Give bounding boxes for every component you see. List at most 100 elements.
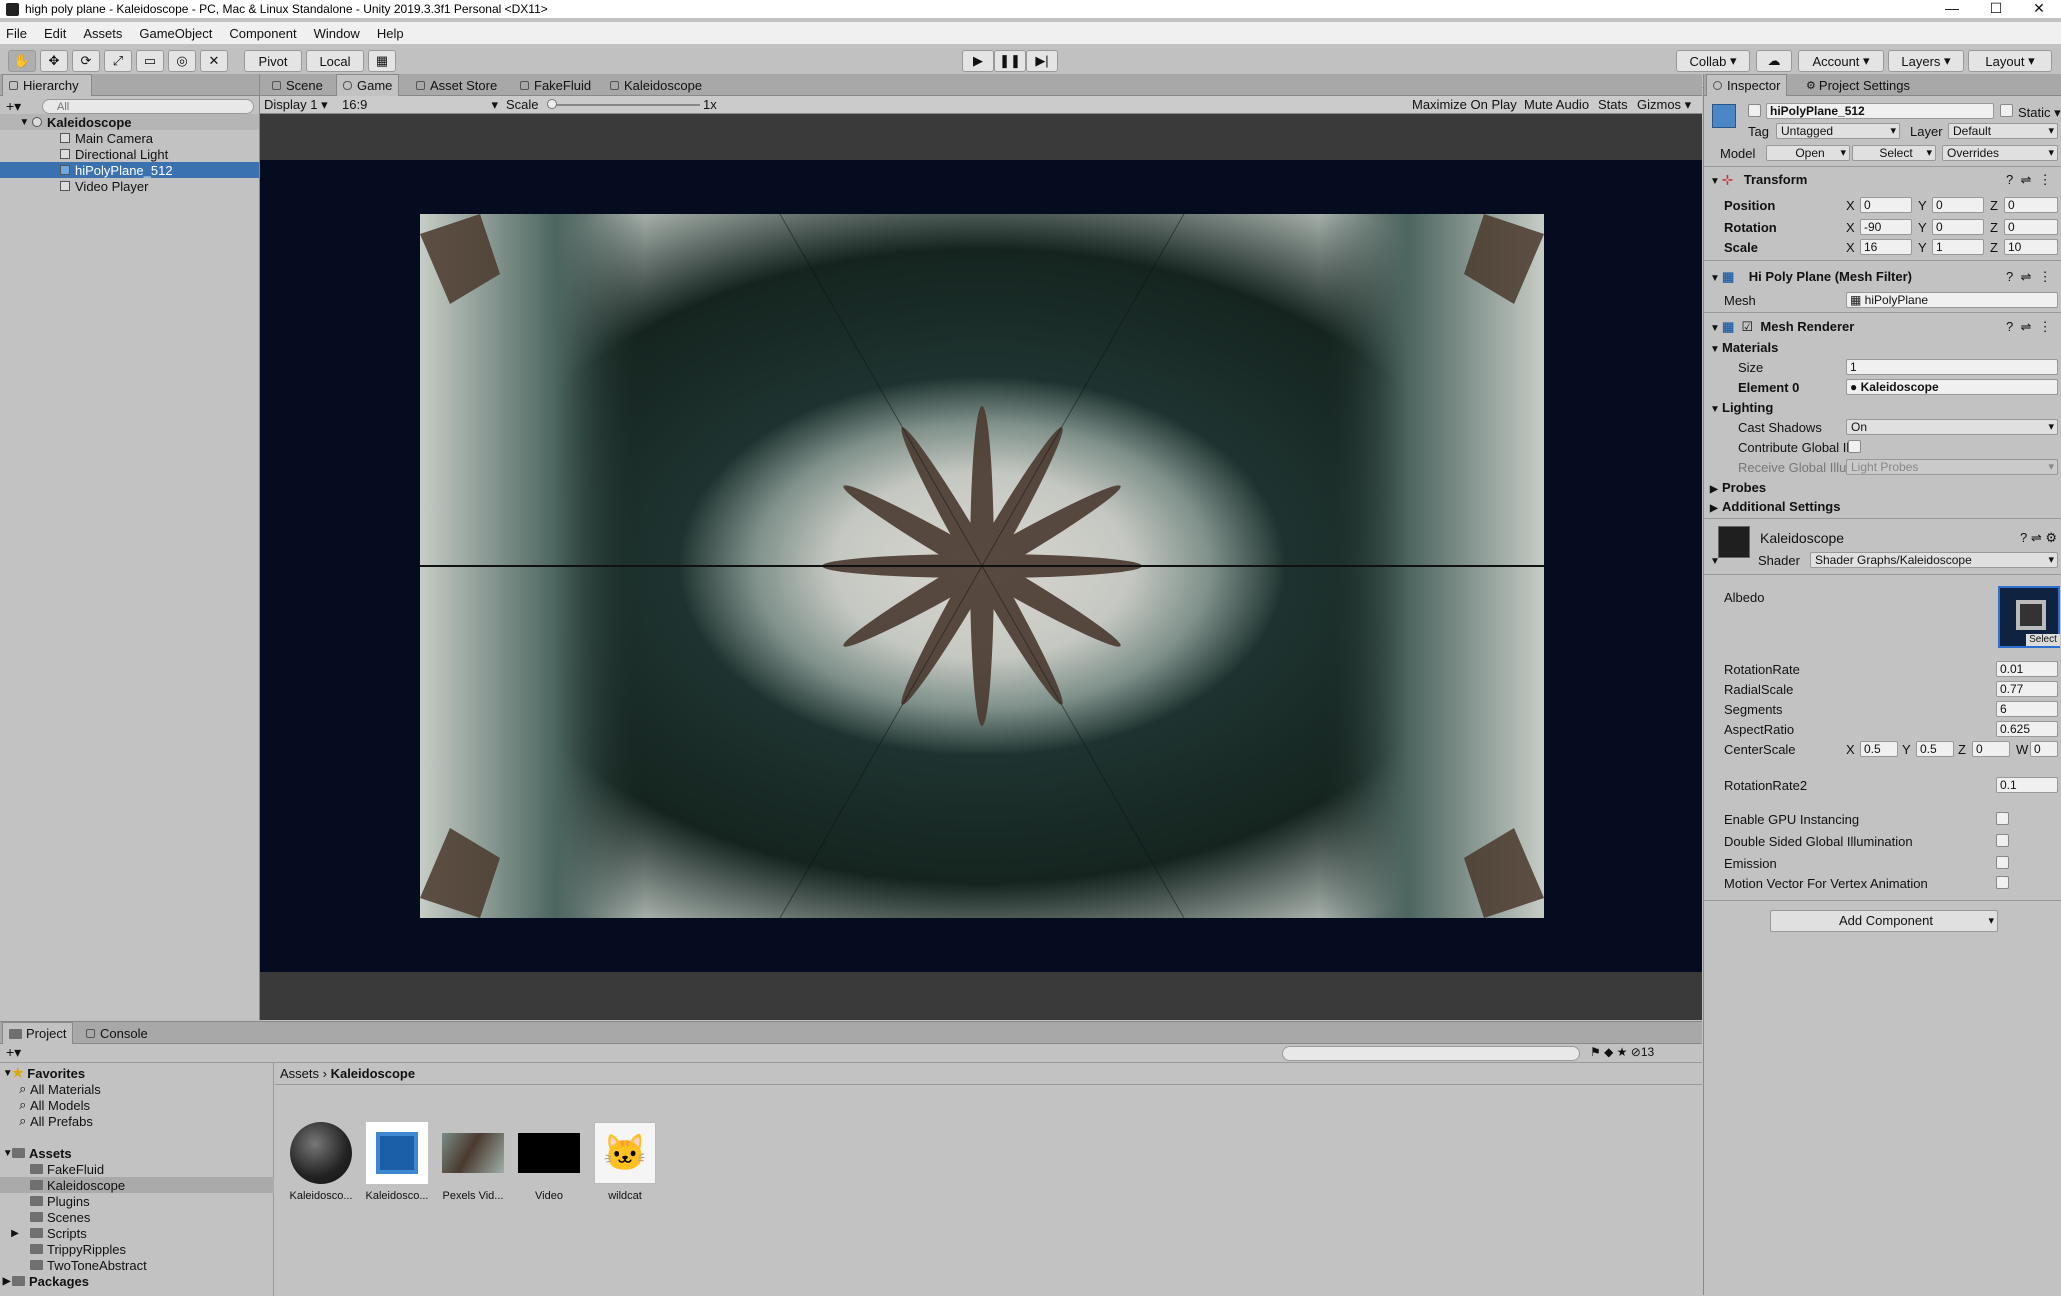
favorite-all-materials[interactable]: ⌕ All Materials	[0, 1081, 274, 1097]
favorite-all-prefabs[interactable]: ⌕ All Prefabs	[0, 1113, 274, 1129]
menu-window[interactable]: Window	[314, 26, 360, 41]
mesh-renderer-header[interactable]: ▼ ▦ ☑ Mesh Renderer	[1710, 319, 1854, 335]
folder-scripts[interactable]: ▶ Scripts	[0, 1225, 274, 1241]
aspect-dropdown[interactable]: 16:9 ▾	[342, 97, 502, 112]
hierarchy-item-directional-light[interactable]: Directional Light	[0, 146, 259, 162]
game-view[interactable]	[260, 114, 1702, 1020]
albedo-select-button[interactable]: Select	[2026, 634, 2060, 646]
stats-toggle[interactable]: Stats	[1598, 97, 1628, 112]
element0-field[interactable]: ● Kaleidoscope	[1846, 379, 2058, 395]
breadcrumb-kaleidoscope[interactable]: Kaleidoscope	[331, 1066, 416, 1081]
asset-video[interactable]: Video	[516, 1122, 582, 1202]
center-scale-z-field[interactable]: 0	[1972, 741, 2010, 757]
play-button[interactable]: ▶	[962, 50, 994, 72]
maximize-icon[interactable]: ☐	[1974, 0, 2018, 18]
menu-gameobject[interactable]: GameObject	[139, 26, 212, 41]
menu-help[interactable]: Help	[377, 26, 404, 41]
lighting-foldout[interactable]: ▼ Lighting	[1710, 400, 1773, 415]
favorites-row[interactable]: ▼ ★ Favorites	[0, 1065, 274, 1081]
tab-fakefluid[interactable]: FakeFluid	[514, 74, 597, 96]
position-z-field[interactable]: 0	[2004, 197, 2058, 213]
tab-console[interactable]: Console	[80, 1022, 154, 1044]
materials-foldout[interactable]: ▼ Materials	[1710, 340, 1778, 355]
overrides-dropdown[interactable]: Overrides	[1942, 145, 2058, 161]
tag-dropdown[interactable]: Untagged	[1776, 123, 1900, 139]
grid-snap-icon[interactable]: ▦	[368, 50, 396, 72]
tab-inspector[interactable]: Inspector	[1706, 74, 1788, 96]
folder-kaleidoscope[interactable]: Kaleidoscope	[0, 1177, 274, 1193]
folder-fakefluid[interactable]: FakeFluid	[0, 1161, 274, 1177]
layers-dropdown[interactable]: Layers ▾	[1888, 50, 1964, 72]
filter-icons[interactable]: ⚑ ◆ ★ ⊘13	[1590, 1045, 1654, 1059]
probes-foldout[interactable]: ▶ Probes	[1710, 480, 1766, 495]
scale-slider[interactable]	[550, 104, 700, 106]
gpu-instancing-checkbox[interactable]	[1996, 812, 2009, 825]
tab-kaleidoscope[interactable]: Kaleidoscope	[604, 74, 708, 96]
albedo-texture-slot[interactable]: Select	[1998, 586, 2060, 648]
position-y-field[interactable]: 0	[1932, 197, 1984, 213]
hierarchy-item-main-camera[interactable]: Main Camera	[0, 130, 259, 146]
active-checkbox[interactable]	[1748, 104, 1761, 117]
position-x-field[interactable]: 0	[1860, 197, 1912, 213]
scale-y-field[interactable]: 1	[1932, 239, 1984, 255]
add-icon[interactable]: +▾	[6, 98, 21, 115]
folder-plugins[interactable]: Plugins	[0, 1193, 274, 1209]
pivot-toggle[interactable]: Pivot	[244, 50, 302, 72]
double-sided-gi-checkbox[interactable]	[1996, 834, 2009, 847]
hierarchy-item-video-player[interactable]: Video Player	[0, 178, 259, 194]
display-dropdown[interactable]: Display 1 ▾	[264, 97, 338, 113]
step-button[interactable]: ▶|	[1026, 50, 1058, 72]
motion-vector-checkbox[interactable]	[1996, 876, 2009, 889]
favorite-all-models[interactable]: ⌕ All Models	[0, 1097, 274, 1113]
center-scale-y-field[interactable]: 0.5	[1916, 741, 1954, 757]
menu-component[interactable]: Component	[229, 26, 296, 41]
custom-tool-icon[interactable]: ✕	[200, 50, 228, 72]
assets-root-row[interactable]: ▼ Assets	[0, 1145, 274, 1161]
model-select-button[interactable]: Select	[1852, 145, 1936, 161]
rotation-z-field[interactable]: 0	[2004, 219, 2058, 235]
account-dropdown[interactable]: Account ▾	[1798, 50, 1884, 72]
mute-audio-toggle[interactable]: Mute Audio	[1524, 97, 1589, 112]
scale-tool-icon[interactable]: ⤢	[104, 50, 132, 72]
mesh-object-field[interactable]: ▦ hiPolyPlane	[1846, 292, 2058, 308]
model-open-button[interactable]: Open	[1766, 145, 1850, 161]
cast-shadows-dropdown[interactable]: On	[1846, 419, 2058, 435]
collab-dropdown[interactable]: Collab ▾	[1676, 50, 1750, 72]
mesh-filter-header[interactable]: ▼ ▦ Hi Poly Plane (Mesh Filter)	[1710, 269, 1912, 285]
asset-pexels-video[interactable]: Pexels Vid...	[440, 1122, 506, 1202]
contribute-gi-checkbox[interactable]	[1848, 440, 1861, 453]
packages-row[interactable]: ▶ Packages	[0, 1273, 274, 1289]
material-menu-icon[interactable]: ? ⇌ ⚙	[2020, 530, 2057, 546]
material-foldout-icon[interactable]: ▼	[1710, 556, 1720, 567]
scale-slider-handle[interactable]	[547, 99, 557, 109]
static-checkbox[interactable]	[2000, 104, 2013, 117]
materials-size-field[interactable]: 1	[1846, 359, 2058, 375]
tab-game[interactable]: Game	[336, 74, 400, 96]
hand-tool-icon[interactable]: ✋	[8, 50, 36, 72]
hierarchy-item-hipolyplane[interactable]: hiPolyPlane_512	[0, 162, 259, 178]
asset-wildcat[interactable]: 🐱 wildcat	[592, 1122, 658, 1202]
asset-kaleidoscope-shadergraph[interactable]: Kaleidosco...	[364, 1122, 430, 1202]
menu-file[interactable]: File	[6, 26, 27, 41]
additional-settings-foldout[interactable]: ▶ Additional Settings	[1710, 499, 1840, 514]
tab-hierarchy[interactable]: Hierarchy	[2, 74, 92, 96]
local-toggle[interactable]: Local	[306, 50, 364, 72]
maximize-on-play-toggle[interactable]: Maximize On Play	[1412, 97, 1517, 112]
hierarchy-search-input[interactable]	[42, 99, 254, 114]
aspect-ratio-field[interactable]: 0.625	[1996, 721, 2058, 737]
layout-dropdown[interactable]: Layout ▾	[1968, 50, 2052, 72]
component-menu-icon[interactable]: ? ⇌ ⋮	[2006, 319, 2052, 335]
scene-row[interactable]: ▼ Kaleidoscope	[0, 114, 259, 130]
folder-trippyripples[interactable]: TrippyRipples	[0, 1241, 274, 1257]
tab-scene[interactable]: Scene	[266, 74, 329, 96]
gizmos-dropdown[interactable]: Gizmos ▾	[1637, 97, 1691, 113]
rotation-y-field[interactable]: 0	[1932, 219, 1984, 235]
emission-checkbox[interactable]	[1996, 856, 2009, 869]
transform-header[interactable]: ▼ ⊹ Transform	[1710, 172, 1807, 188]
rect-tool-icon[interactable]: ▭	[136, 50, 164, 72]
scale-x-field[interactable]: 16	[1860, 239, 1912, 255]
rotation-rate2-field[interactable]: 0.1	[1996, 777, 2058, 793]
layer-dropdown[interactable]: Default	[1948, 123, 2058, 139]
add-component-button[interactable]: Add Component	[1770, 910, 1998, 932]
menu-assets[interactable]: Assets	[83, 26, 122, 41]
